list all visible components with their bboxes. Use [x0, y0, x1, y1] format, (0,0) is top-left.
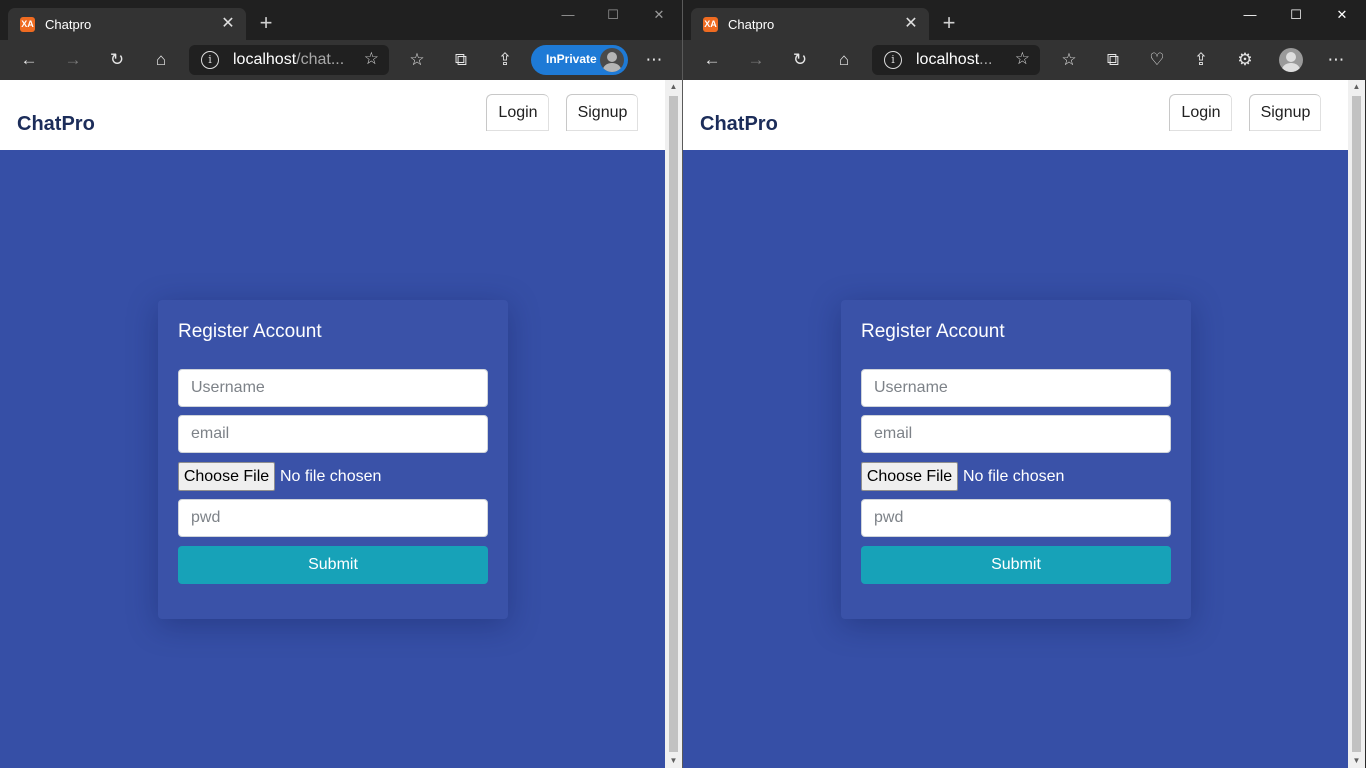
- share-icon[interactable]: ⇪: [1189, 48, 1213, 72]
- more-icon[interactable]: ⋯: [1324, 48, 1348, 72]
- submit-button[interactable]: Submit: [861, 546, 1171, 584]
- arrow-left-icon[interactable]: ←: [700, 48, 724, 72]
- new-tab-icon[interactable]: +: [255, 12, 277, 34]
- address-bar[interactable]: i localhost... ☆: [872, 45, 1040, 75]
- address-url: localhost/chat...: [233, 51, 344, 69]
- arrow-left-icon[interactable]: ←: [17, 48, 41, 72]
- browser-essentials-icon[interactable]: ♡: [1145, 48, 1169, 72]
- collections-icon[interactable]: ⧉: [1101, 48, 1125, 72]
- form-title: Register Account: [178, 321, 322, 342]
- home-icon[interactable]: ⌂: [149, 48, 173, 72]
- info-icon[interactable]: i: [884, 51, 902, 69]
- choose-file-button[interactable]: Choose File: [861, 462, 958, 491]
- scroll-down-icon[interactable]: ▼: [1348, 754, 1365, 768]
- scroll-up-icon[interactable]: ▲: [665, 80, 682, 94]
- choose-file-button[interactable]: Choose File: [178, 462, 275, 491]
- email-input[interactable]: [178, 415, 488, 453]
- refresh-icon[interactable]: ↻: [105, 48, 129, 72]
- browser-window-left: XA Chatpro ✕ + — ☐ ✕ ← → ↻ ⌂ i localhost…: [0, 0, 683, 768]
- signup-button[interactable]: Signup: [1249, 94, 1321, 131]
- xampp-favicon-icon: XA: [703, 17, 718, 32]
- username-input[interactable]: [178, 369, 488, 407]
- form-title: Register Account: [861, 321, 1005, 342]
- extensions-icon[interactable]: ⚙: [1233, 48, 1257, 72]
- collections-icon[interactable]: ⧉: [449, 48, 473, 72]
- tab-title: Chatpro: [45, 17, 92, 32]
- add-favorite-icon[interactable]: ☆: [364, 49, 379, 69]
- brand-logo[interactable]: ChatPro: [17, 113, 95, 136]
- page-viewport: ChatPro Login Signup Register Account Ch…: [683, 80, 1348, 768]
- info-icon[interactable]: i: [201, 51, 219, 69]
- favorites-icon[interactable]: ☆: [405, 48, 429, 72]
- scroll-thumb[interactable]: [669, 96, 678, 752]
- browser-tab[interactable]: XA Chatpro ✕: [691, 8, 929, 40]
- tab-strip: XA Chatpro ✕ + — ☐ ✕: [0, 0, 682, 40]
- address-bar[interactable]: i localhost/chat... ☆: [189, 45, 389, 75]
- browser-window-right: XA Chatpro ✕ + — ☐ ✕ ← → ↻ ⌂ i localhost…: [683, 0, 1366, 768]
- profile-avatar-icon[interactable]: [1279, 48, 1303, 72]
- file-status-text: No file chosen: [963, 468, 1065, 485]
- close-window-icon[interactable]: ✕: [643, 4, 675, 26]
- scroll-thumb[interactable]: [1352, 96, 1361, 752]
- email-input[interactable]: [861, 415, 1171, 453]
- new-tab-icon[interactable]: +: [938, 12, 960, 34]
- more-icon[interactable]: ⋯: [642, 48, 666, 72]
- login-button[interactable]: Login: [1169, 94, 1232, 131]
- close-tab-icon[interactable]: ✕: [218, 14, 238, 34]
- address-url: localhost...: [916, 51, 993, 69]
- page-viewport: ChatPro Login Signup Register Account Ch…: [0, 80, 665, 768]
- minimize-icon[interactable]: —: [1234, 4, 1266, 26]
- password-input[interactable]: [861, 499, 1171, 537]
- site-navbar: ChatPro Login Signup: [0, 80, 665, 150]
- scroll-down-icon[interactable]: ▼: [665, 754, 682, 768]
- username-input[interactable]: [861, 369, 1171, 407]
- address-host: localhost: [233, 51, 297, 68]
- tab-strip: XA Chatpro ✕ + — ☐ ✕: [683, 0, 1366, 40]
- address-path: /chat...: [296, 51, 345, 68]
- inprivate-badge[interactable]: InPrivate: [531, 45, 628, 75]
- submit-button[interactable]: Submit: [178, 546, 488, 584]
- close-tab-icon[interactable]: ✕: [901, 14, 921, 34]
- arrow-right-icon[interactable]: →: [744, 48, 768, 72]
- add-favorite-icon[interactable]: ☆: [1015, 49, 1030, 69]
- browser-toolbar: ← → ↻ ⌂ i localhost/chat... ☆ ☆ ⧉ ⇪ InPr…: [0, 40, 682, 80]
- browser-toolbar: ← → ↻ ⌂ i localhost... ☆ ☆ ⧉ ♡ ⇪ ⚙ ⋯: [683, 40, 1366, 80]
- minimize-icon[interactable]: —: [552, 4, 584, 26]
- site-navbar: ChatPro Login Signup: [683, 80, 1348, 150]
- vertical-scrollbar[interactable]: ▲ ▼: [1348, 80, 1365, 768]
- scroll-up-icon[interactable]: ▲: [1348, 80, 1365, 94]
- profile-avatar-icon: [600, 48, 624, 72]
- arrow-right-icon[interactable]: →: [61, 48, 85, 72]
- brand-logo[interactable]: ChatPro: [700, 113, 778, 136]
- register-card: Register Account Choose File No file cho…: [841, 300, 1191, 619]
- close-window-icon[interactable]: ✕: [1326, 4, 1358, 26]
- maximize-icon[interactable]: ☐: [1280, 4, 1312, 26]
- inprivate-label: InPrivate: [546, 52, 597, 66]
- vertical-scrollbar[interactable]: ▲ ▼: [665, 80, 682, 768]
- address-host: localhost: [916, 51, 980, 68]
- tab-title: Chatpro: [728, 17, 775, 32]
- favorites-icon[interactable]: ☆: [1057, 48, 1081, 72]
- refresh-icon[interactable]: ↻: [788, 48, 812, 72]
- address-path: ...: [979, 51, 993, 68]
- share-icon[interactable]: ⇪: [493, 48, 517, 72]
- signup-button[interactable]: Signup: [566, 94, 638, 131]
- browser-tab[interactable]: XA Chatpro ✕: [8, 8, 246, 40]
- login-button[interactable]: Login: [486, 94, 549, 131]
- register-card: Register Account Choose File No file cho…: [158, 300, 508, 619]
- home-icon[interactable]: ⌂: [832, 48, 856, 72]
- file-status-text: No file chosen: [280, 468, 382, 485]
- maximize-icon[interactable]: ☐: [597, 4, 629, 26]
- xampp-favicon-icon: XA: [20, 17, 35, 32]
- password-input[interactable]: [178, 499, 488, 537]
